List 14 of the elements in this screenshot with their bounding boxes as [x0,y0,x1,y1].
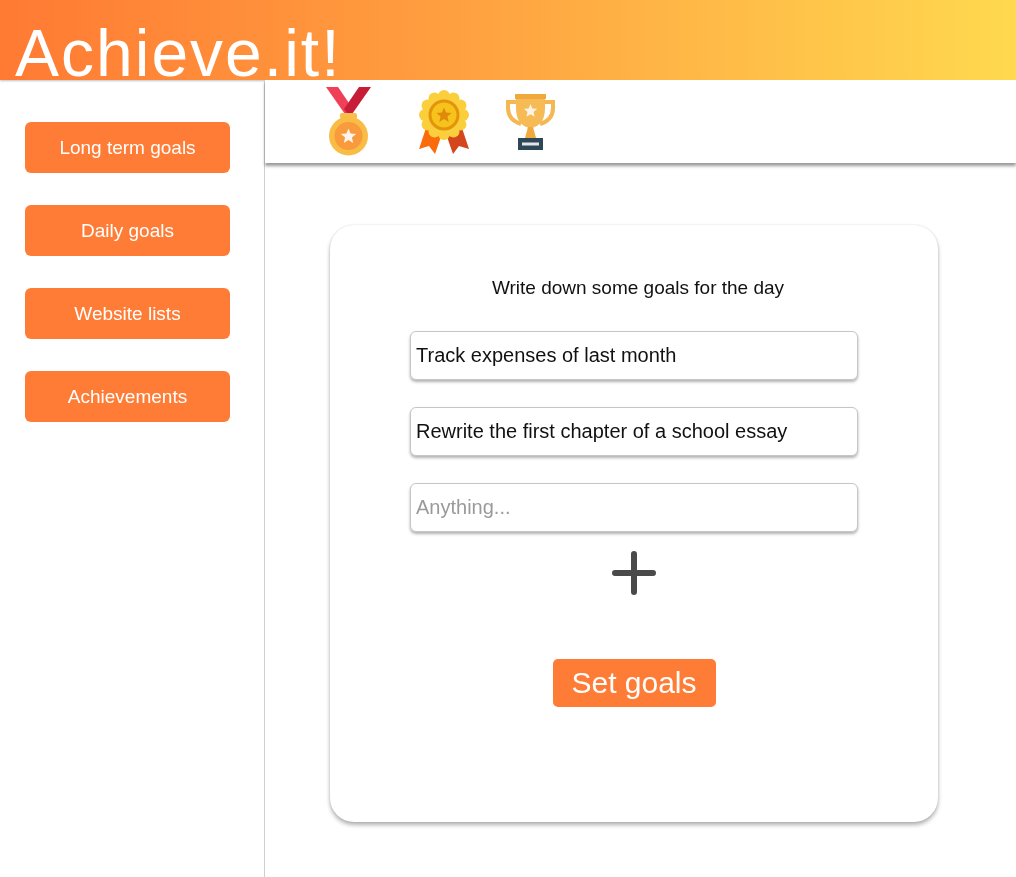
set-goals-button[interactable]: Set goals [552,659,716,707]
app-title: Achieve.it! [14,27,342,79]
goal-input[interactable]: Track expenses of last month [410,331,858,380]
rosette-icon [418,89,470,154]
trophy-icon [505,93,556,150]
nav-button[interactable]: Long term goals [25,122,230,173]
nav-button[interactable]: Achievements [25,371,230,422]
nav-button[interactable]: Daily goals [25,205,230,256]
medal-icon [325,87,372,156]
plus-icon[interactable] [612,551,656,595]
card-heading: Write down some goals for the day [491,277,785,299]
nav-button[interactable]: Website lists [25,288,230,339]
goal-input[interactable]: Rewrite the first chapter of a school essay [410,407,858,456]
goal-input[interactable]: Anything... [410,483,858,532]
